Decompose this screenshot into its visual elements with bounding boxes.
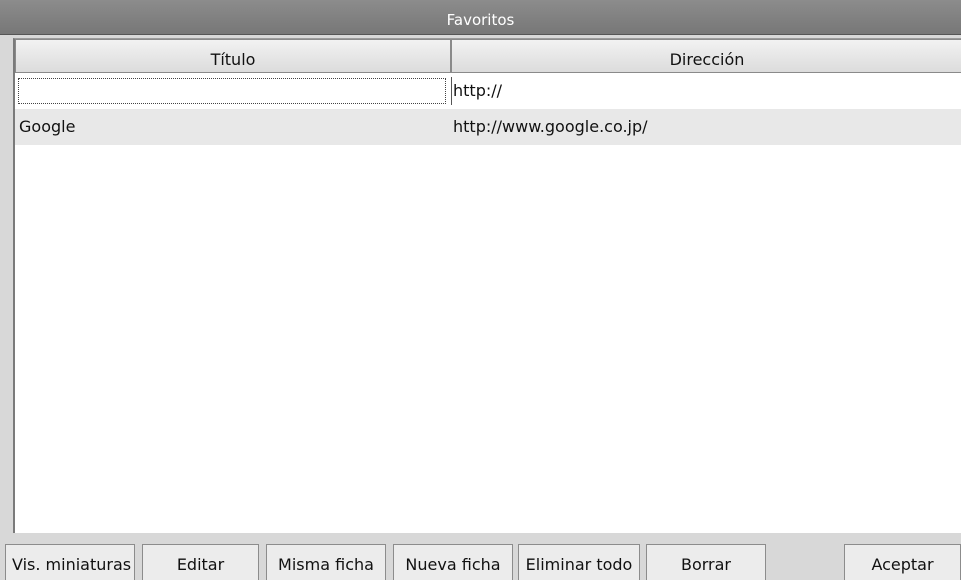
delete-button[interactable]: Borrar <box>646 544 766 580</box>
new-tab-button[interactable]: Nueva ficha <box>393 544 513 580</box>
column-header-address[interactable]: Dirección <box>451 39 961 73</box>
row-address: http://www.google.co.jp/ <box>453 117 648 136</box>
button-bar: Vis. miniaturas Editar Misma ficha Nueva… <box>0 532 961 580</box>
title-bar: Favoritos <box>0 0 961 35</box>
new-address-input[interactable]: http:// <box>451 73 953 109</box>
edit-button[interactable]: Editar <box>142 544 259 580</box>
view-thumbnails-button[interactable]: Vis. miniaturas <box>5 544 135 580</box>
row-title: Google <box>19 117 76 136</box>
accept-button[interactable]: Aceptar <box>844 544 961 580</box>
delete-all-button[interactable]: Eliminar todo <box>518 544 640 580</box>
new-favorite-row[interactable]: http:// <box>15 73 961 109</box>
window-title: Favoritos <box>446 11 515 29</box>
same-tab-button[interactable]: Misma ficha <box>266 544 386 580</box>
column-header-title[interactable]: Título <box>15 39 451 73</box>
favorites-table: Título Dirección http:// Google http://w… <box>13 38 961 533</box>
table-row[interactable]: Google http://www.google.co.jp/ <box>15 109 961 145</box>
new-title-input[interactable] <box>18 78 446 104</box>
